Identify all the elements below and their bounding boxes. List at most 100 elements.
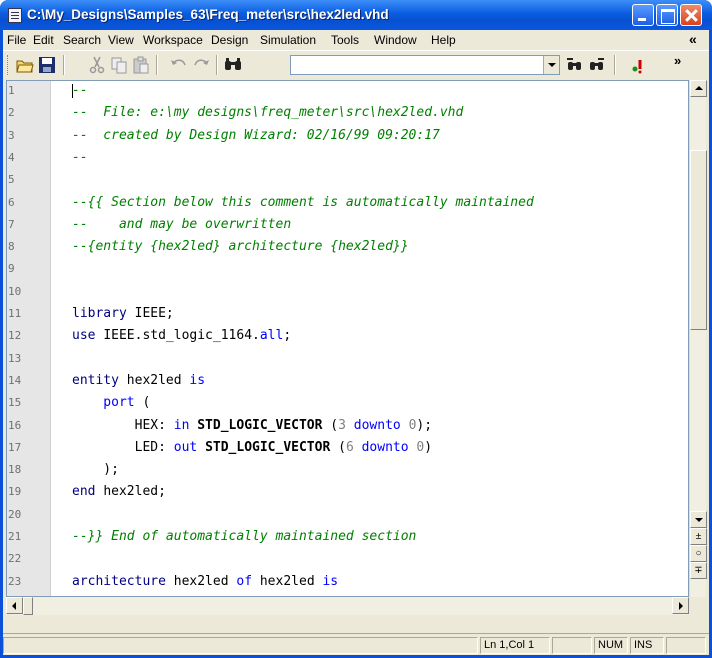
toolbar: » xyxy=(3,50,709,78)
code-token: --{entity {hex2led} architecture {hex2le… xyxy=(72,239,409,255)
menu-simulation[interactable]: Simulation xyxy=(260,33,316,47)
menu-design[interactable]: Design xyxy=(211,33,248,47)
code-token: ( xyxy=(338,439,346,455)
find-next-icon[interactable] xyxy=(587,55,607,75)
menu-edit[interactable]: Edit xyxy=(33,33,54,47)
line-number: 9 xyxy=(8,262,15,276)
code-line: --}} End of automatically maintained sec… xyxy=(72,529,416,544)
status-num-lock: NUM xyxy=(594,637,628,654)
document-icon xyxy=(8,8,22,23)
prev-bookmark-icon[interactable]: ± xyxy=(690,528,707,545)
horizontal-scroll-thumb[interactable] xyxy=(23,597,33,615)
code-token: entity xyxy=(72,372,127,388)
code-token: ) xyxy=(424,439,433,455)
line-number: 11 xyxy=(8,307,22,320)
status-resize-grip[interactable] xyxy=(666,637,706,654)
code-token: downto xyxy=(361,439,417,455)
code-token: -- File: e:\my designs\freq_meter\src\he… xyxy=(72,105,464,121)
code-token: in xyxy=(173,417,198,433)
line-number: 14 xyxy=(8,373,22,387)
close-button[interactable] xyxy=(680,4,702,26)
menu-workspace[interactable]: Workspace xyxy=(143,33,203,47)
toolbar-grip[interactable] xyxy=(7,55,10,75)
code-token: hex2led xyxy=(259,573,323,589)
paste-icon[interactable] xyxy=(131,55,151,75)
undo-icon[interactable] xyxy=(169,55,189,75)
toolbar-separator xyxy=(63,55,65,75)
select-object-icon[interactable]: ○ xyxy=(690,545,707,562)
code-token: --{{ Section below this comment is autom… xyxy=(72,194,534,210)
search-combo-input[interactable] xyxy=(290,55,560,75)
horizontal-scrollbar[interactable] xyxy=(6,597,689,615)
next-bookmark-icon[interactable]: ∓ xyxy=(690,562,707,579)
code-token: ; xyxy=(283,328,292,344)
code-token: --}} End of automatically maintained sec… xyxy=(72,529,417,544)
vertical-scrollbar[interactable]: ± ○ ∓ xyxy=(689,80,707,597)
toolbar-separator xyxy=(216,55,218,75)
bookmark-icon[interactable] xyxy=(629,55,649,75)
code-line: ); xyxy=(72,462,119,477)
find-icon[interactable] xyxy=(223,55,243,75)
line-number: 1 xyxy=(8,84,15,97)
menu-window[interactable]: Window xyxy=(374,33,417,47)
title-bar[interactable]: C:\My_Designs\Samples_63\Freq_meter\src\… xyxy=(0,0,712,30)
toolbar-overflow-chevron-icon[interactable]: » xyxy=(674,53,681,68)
menu-tools[interactable]: Tools xyxy=(331,33,359,47)
menu-view[interactable]: View xyxy=(108,33,134,47)
line-number: 8 xyxy=(8,240,15,254)
scroll-right-icon[interactable] xyxy=(672,597,689,614)
code-line: -- xyxy=(72,150,88,165)
code-line: use IEEE.std_logic_1164.all; xyxy=(72,328,291,343)
code-token: STD_LOGIC_VECTOR xyxy=(205,439,339,455)
menu-help[interactable]: Help xyxy=(431,33,456,47)
window-title: C:\My_Designs\Samples_63\Freq_meter\src\… xyxy=(27,7,389,22)
line-number: 21 xyxy=(8,530,22,543)
open-folder-icon[interactable] xyxy=(15,55,35,75)
status-panel-empty xyxy=(3,637,478,654)
line-number: 15 xyxy=(8,396,22,410)
code-line: -- and may be overwritten xyxy=(72,217,291,232)
redo-icon[interactable] xyxy=(191,55,211,75)
code-token: hex2led; xyxy=(103,484,166,500)
line-number-gutter: 1 2 3 4 5 6 7 8 9 10 11 12 13 14 15 16 17 18 19 20 21 22 23 xyxy=(7,81,51,596)
line-number: 6 xyxy=(8,195,15,209)
status-insert-mode: INS xyxy=(630,637,664,654)
code-line: LED: out STD_LOGIC_VECTOR (6 downto 0) xyxy=(72,440,432,455)
scroll-thumb[interactable] xyxy=(690,150,707,330)
code-line: library IEEE; xyxy=(72,306,174,321)
cut-icon[interactable] xyxy=(87,55,107,75)
line-number: 18 xyxy=(8,463,22,477)
menu-search[interactable]: Search xyxy=(63,33,101,47)
code-token: IEEE.std_logic_1164. xyxy=(103,328,260,344)
code-token: end xyxy=(72,484,104,500)
next-bookmark-glyph: ∓ xyxy=(694,565,703,576)
menu-overflow-chevron-icon[interactable]: « xyxy=(689,31,697,47)
find-prev-icon[interactable] xyxy=(565,55,585,75)
scroll-down-icon[interactable] xyxy=(690,511,707,528)
code-line: --{{ Section below this comment is autom… xyxy=(72,195,534,210)
copy-icon[interactable] xyxy=(109,55,129,75)
code-token: ); xyxy=(72,462,119,478)
line-number: 4 xyxy=(8,150,15,164)
save-icon[interactable] xyxy=(37,55,57,75)
code-token: 3 xyxy=(338,417,354,433)
code-token: hex2led xyxy=(173,573,237,589)
code-token: -- and may be overwritten xyxy=(72,216,292,232)
code-token: hex2led xyxy=(126,372,190,388)
scroll-up-icon[interactable] xyxy=(690,80,707,97)
menu-file[interactable]: File xyxy=(7,33,26,47)
maximize-button[interactable] xyxy=(656,4,678,26)
scroll-left-icon[interactable] xyxy=(6,597,23,614)
code-token: -- xyxy=(72,149,88,165)
code-token: use xyxy=(72,328,104,344)
code-line: --{entity {hex2led} architecture {hex2le… xyxy=(72,239,409,254)
toolbar-separator xyxy=(156,55,158,75)
chevron-down-icon[interactable] xyxy=(543,56,559,74)
code-token: architecture xyxy=(72,573,174,589)
minimize-button[interactable] xyxy=(632,4,654,26)
code-line: -- File: e:\my designs\freq_meter\src\he… xyxy=(72,105,463,120)
code-token: -- xyxy=(72,83,88,98)
code-line: end hex2led; xyxy=(72,484,166,499)
code-token: is xyxy=(189,372,206,388)
code-editor[interactable]: 1 2 3 4 5 6 7 8 9 10 11 12 13 14 15 16 17 18 19 20 21 22 23 --… xyxy=(6,80,689,597)
